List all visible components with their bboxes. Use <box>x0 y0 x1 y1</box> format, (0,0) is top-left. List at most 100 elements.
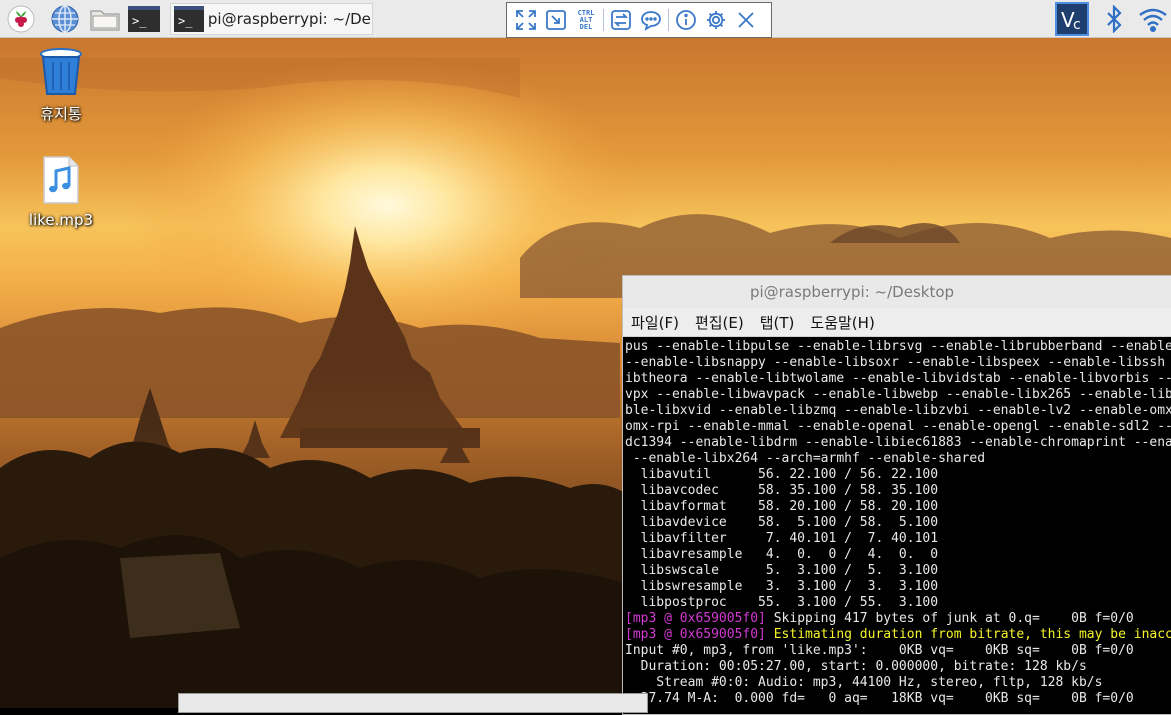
chat-button[interactable] <box>636 6 666 34</box>
line-text: vpx --enable-libwavpack --enable-libwebp… <box>625 387 1171 402</box>
wifi-tray-button[interactable] <box>1136 2 1170 36</box>
terminal-line: [mp3 @ 0x659005f0] Estimating duration f… <box>625 627 1171 643</box>
toolbar-divider <box>668 9 669 31</box>
terminal-line: Stream #0:0: Audio: mp3, 44100 Hz, stere… <box>625 675 1171 691</box>
line-text: Stream #0:0: Audio: mp3, 44100 Hz, stere… <box>625 675 1103 690</box>
terminal-line: omx-rpi --enable-mmal --enable-openal --… <box>625 419 1171 435</box>
file-manager-button[interactable] <box>87 4 123 34</box>
terminal-line: vpx --enable-libwavpack --enable-libwebp… <box>625 387 1171 403</box>
expand-icon <box>516 10 536 30</box>
terminal-line: libswresample 3. 3.100 / 3. 3.100 <box>625 579 1171 595</box>
log-prefix: [mp3 @ 0x659005f0] <box>625 611 766 626</box>
gear-icon <box>707 11 725 29</box>
menu-edit[interactable]: 편집(E) <box>695 312 744 333</box>
file-label: like.mp3 <box>28 211 94 229</box>
vnc-icon: V c <box>1055 2 1089 36</box>
line-text: libavfilter 7. 40.101 / 7. 40.101 <box>625 531 939 546</box>
line-text: ibtheora --enable-libtwolame --enable-li… <box>625 371 1171 386</box>
folder-icon <box>90 10 120 31</box>
line-text: libavutil 56. 22.100 / 56. 22.100 <box>625 467 939 482</box>
terminal-line: dc1394 --enable-libdrm --enable-libiec61… <box>625 435 1171 451</box>
wifi-icon <box>1139 8 1167 32</box>
line-text: libswscale 5. 3.100 / 5. 3.100 <box>625 563 939 578</box>
line-text: dc1394 --enable-libdrm --enable-libiec61… <box>625 435 1171 450</box>
task-label: pi@raspberrypi: ~/De... <box>207 10 372 28</box>
window-title: pi@raspberrypi: ~/Desktop <box>749 283 955 301</box>
bluetooth-tray-button[interactable] <box>1100 2 1128 36</box>
scale-icon <box>546 10 566 30</box>
raspberry-menu-button[interactable] <box>4 4 38 34</box>
close-session-button[interactable] <box>731 6 761 34</box>
svg-text:c: c <box>1073 17 1081 33</box>
info-icon <box>676 10 696 30</box>
chat-icon <box>641 11 661 31</box>
line-text: ble-libxvid --enable-libzmq --enable-lib… <box>625 403 1171 418</box>
line-text: Estimating duration from bitrate, this m… <box>765 627 1171 642</box>
terminal-line: ble-libxvid --enable-libzmq --enable-lib… <box>625 403 1171 419</box>
background-window-edge[interactable] <box>178 693 648 713</box>
line-text: libpostproc 55. 3.100 / 55. 3.100 <box>625 595 939 610</box>
desktop-icon-like-mp3[interactable]: like.mp3 <box>16 155 106 229</box>
terminal-line: Duration: 00:05:27.00, start: 0.000000, … <box>625 659 1171 675</box>
terminal-output[interactable]: pus --enable-libpulse --enable-librsvg -… <box>623 337 1171 707</box>
settings-button[interactable] <box>701 6 731 34</box>
top-taskbar: >_ >_ pi@raspberrypi: ~/De... CTRL ALT D… <box>0 0 1171 38</box>
line-text: libavdevice 58. 5.100 / 58. 5.100 <box>625 515 939 530</box>
terminal-line: ibtheora --enable-libtwolame --enable-li… <box>625 371 1171 387</box>
line-text: --enable-libsnappy --enable-libsoxr --en… <box>625 355 1166 370</box>
ctrl-alt-del-icon: CTRL ALT DEL <box>578 9 595 31</box>
transfer-icon <box>611 10 631 30</box>
fullscreen-button[interactable] <box>511 6 541 34</box>
terminal-line: libavutil 56. 22.100 / 56. 22.100 <box>625 467 1171 483</box>
raspberry-icon <box>7 5 35 33</box>
scale-button[interactable] <box>541 6 571 34</box>
line-text: 27.74 M-A: 0.000 fd= 0 aq= 18KB vq= 0KB … <box>625 691 1134 706</box>
terminal-launcher-button[interactable]: >_ <box>127 4 161 34</box>
trash-label: 휴지통 <box>40 105 82 123</box>
web-browser-button[interactable] <box>48 4 82 34</box>
terminal-line: libavformat 58. 20.100 / 58. 20.100 <box>625 499 1171 515</box>
terminal-line: libavcodec 58. 35.100 / 58. 35.100 <box>625 483 1171 499</box>
log-prefix: [mp3 @ 0x659005f0] <box>625 627 766 642</box>
ctrl-alt-del-button[interactable]: CTRL ALT DEL <box>571 6 601 34</box>
terminal-window[interactable]: pi@raspberrypi: ~/Desktop 파일(F) 편집(E) 탭(… <box>622 275 1171 715</box>
vnc-toolbar: CTRL ALT DEL <box>506 2 772 38</box>
vnc-server-tray-button[interactable]: V c <box>1054 2 1090 36</box>
terminal-line: --enable-libx264 --arch=armhf --enable-s… <box>625 451 1171 467</box>
line-text: pus --enable-libpulse --enable-librsvg -… <box>625 339 1171 354</box>
terminal-line: libavfilter 7. 40.101 / 7. 40.101 <box>625 531 1171 547</box>
terminal-icon: >_ <box>128 6 160 32</box>
terminal-menubar: 파일(F) 편집(E) 탭(T) 도움말(H) <box>623 308 1171 337</box>
line-text: omx-rpi --enable-mmal --enable-openal --… <box>625 419 1171 434</box>
line-text: libavcodec 58. 35.100 / 58. 35.100 <box>625 483 939 498</box>
bluetooth-icon <box>1107 5 1122 33</box>
menu-tabs[interactable]: 탭(T) <box>760 312 795 333</box>
terminal-line: libavresample 4. 0. 0 / 4. 0. 0 <box>625 547 1171 563</box>
menu-help[interactable]: 도움말(H) <box>810 312 874 333</box>
terminal-titlebar[interactable]: pi@raspberrypi: ~/Desktop <box>623 276 1171 308</box>
audio-file-icon <box>43 156 79 204</box>
terminal-line: Input #0, mp3, from 'like.mp3': 0KB vq= … <box>625 643 1171 659</box>
terminal-icon: >_ <box>174 6 204 32</box>
line-text: libswresample 3. 3.100 / 3. 3.100 <box>625 579 939 594</box>
globe-icon <box>51 5 79 33</box>
desktop-icon-trash[interactable]: 휴지통 <box>16 45 106 124</box>
line-text: Duration: 00:05:27.00, start: 0.000000, … <box>625 659 1087 674</box>
terminal-line: pus --enable-libpulse --enable-librsvg -… <box>625 339 1171 355</box>
taskbar-task-terminal[interactable]: >_ pi@raspberrypi: ~/De... <box>170 3 373 35</box>
line-text: libavresample 4. 0. 0 / 4. 0. 0 <box>625 547 939 562</box>
toolbar-divider <box>603 9 604 31</box>
close-icon <box>738 12 754 28</box>
line-text: Skipping 417 bytes of junk at 0.q= 0B f=… <box>765 611 1134 626</box>
terminal-line: libswscale 5. 3.100 / 5. 3.100 <box>625 563 1171 579</box>
line-text: --enable-libx264 --arch=armhf --enable-s… <box>625 451 986 466</box>
terminal-line: 27.74 M-A: 0.000 fd= 0 aq= 18KB vq= 0KB … <box>625 691 1171 707</box>
trash-icon <box>40 48 82 95</box>
menu-file[interactable]: 파일(F) <box>631 312 679 333</box>
info-button[interactable] <box>671 6 701 34</box>
terminal-line: [mp3 @ 0x659005f0] Skipping 417 bytes of… <box>625 611 1171 627</box>
terminal-line: --enable-libsnappy --enable-libsoxr --en… <box>625 355 1171 371</box>
file-transfer-button[interactable] <box>606 6 636 34</box>
del-text: DEL <box>579 22 593 31</box>
line-text: Input #0, mp3, from 'like.mp3': 0KB vq= … <box>625 643 1134 658</box>
